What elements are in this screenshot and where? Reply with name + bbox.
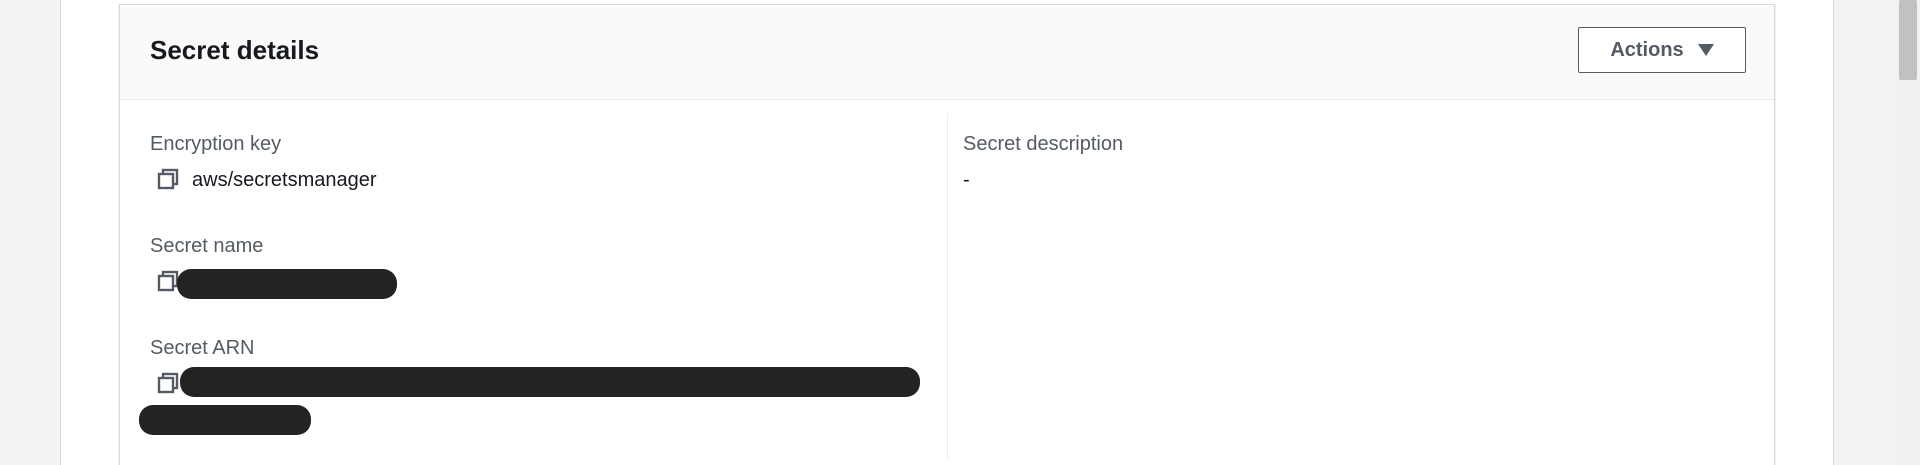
encryption-key-label: Encryption key bbox=[150, 133, 282, 155]
page: Secret details Actions Encryption key aw… bbox=[0, 0, 1920, 465]
redacted-secret-arn-line1 bbox=[180, 367, 920, 397]
card-header: Secret details Actions bbox=[120, 5, 1774, 100]
caret-down-icon bbox=[1697, 44, 1714, 56]
secret-description-label: Secret description bbox=[963, 133, 1124, 155]
column-divider bbox=[947, 113, 948, 458]
secret-arn-label: Secret ARN bbox=[150, 337, 255, 359]
actions-button[interactable]: Actions bbox=[1578, 27, 1746, 73]
redacted-secret-name bbox=[177, 269, 397, 299]
copy-icon[interactable] bbox=[156, 371, 180, 395]
encryption-key-value: aws/secretsmanager bbox=[192, 169, 377, 191]
actions-label: Actions bbox=[1610, 38, 1684, 61]
scrollbar[interactable] bbox=[1896, 0, 1920, 465]
scrollbar-thumb[interactable] bbox=[1899, 0, 1917, 80]
secret-name-label: Secret name bbox=[150, 235, 264, 257]
card-title: Secret details bbox=[150, 35, 320, 65]
secret-details-card: Secret details Actions Encryption key aw… bbox=[119, 4, 1775, 465]
redacted-secret-arn-line2 bbox=[139, 405, 311, 435]
copy-icon[interactable] bbox=[156, 167, 180, 191]
secret-description-value: - bbox=[963, 169, 970, 191]
